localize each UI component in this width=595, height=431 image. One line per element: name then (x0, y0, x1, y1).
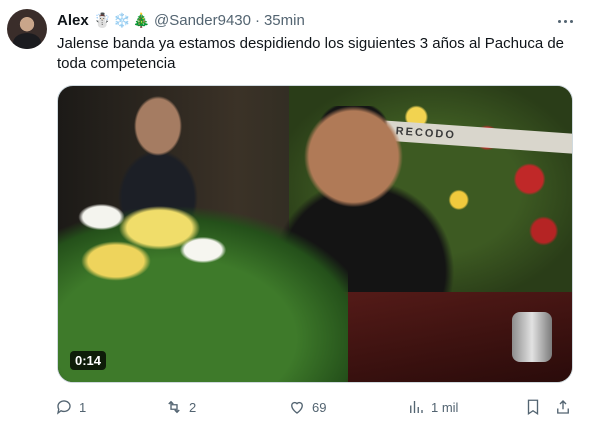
bookmark-icon (527, 399, 539, 416)
bookmark-button[interactable] (524, 396, 542, 418)
share-button[interactable] (554, 396, 572, 418)
christmas-tree-emoji: 🎄 (132, 11, 150, 28)
reply-icon (56, 400, 71, 415)
bouquet (58, 162, 348, 382)
tweet-time[interactable]: 35min (264, 12, 305, 29)
tweet-header: Alex ☃️ ❄️ 🎄 @Sander9430 · 35min (57, 10, 305, 30)
action-bar: 1 2 69 1 mil (55, 396, 575, 418)
author-emojis: ☃️ ❄️ 🎄 (94, 12, 150, 29)
author-handle[interactable]: @Sander9430 (154, 12, 251, 29)
reply-count: 1 (79, 399, 87, 415)
more-icon[interactable] (555, 11, 575, 31)
repost-button[interactable]: 2 (165, 396, 196, 418)
like-count: 69 (312, 399, 327, 415)
like-button[interactable]: 69 (288, 396, 326, 418)
author-name[interactable]: Alex (57, 12, 89, 29)
snowflake-emoji: ❄️ (113, 11, 131, 28)
like-icon (291, 401, 303, 414)
repost-icon (168, 400, 180, 414)
views-count: 1 mil (431, 399, 459, 415)
avatar[interactable] (7, 9, 47, 49)
views-button[interactable]: 1 mil (407, 396, 458, 418)
share-icon (557, 400, 569, 414)
video-duration: 0:14 (70, 351, 107, 370)
views-icon (410, 401, 423, 413)
snowman-emoji: ☃️ (93, 11, 112, 28)
repost-count: 2 (189, 399, 197, 415)
tweet-text: Jalense banda ya estamos despidiendo los… (57, 35, 565, 72)
reply-button[interactable]: 1 (55, 396, 86, 418)
separator-dot: · (254, 11, 260, 29)
casket-handle (512, 312, 552, 362)
video-player[interactable]: A EL RECODO 0:14 (57, 85, 573, 383)
